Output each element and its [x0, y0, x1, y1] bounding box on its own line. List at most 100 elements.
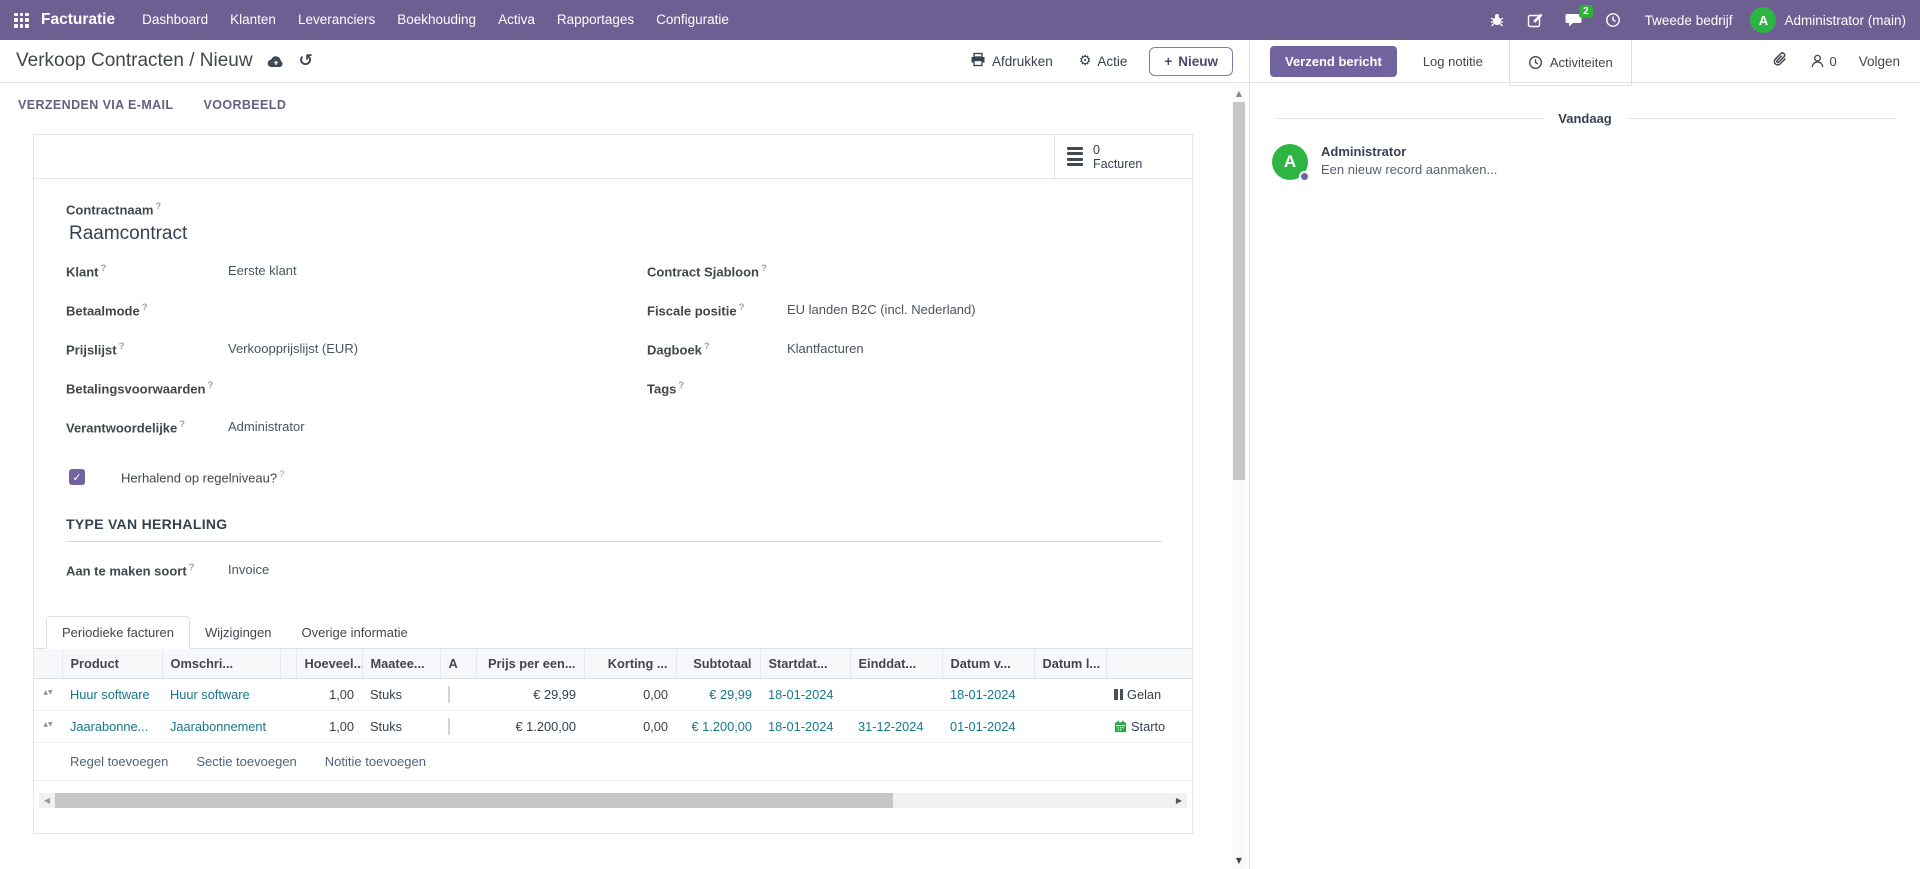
dagboek-field[interactable]: Klantfacturen	[787, 341, 1162, 356]
unsaved-cloud-icon[interactable]	[267, 54, 285, 69]
debug-bug-icon[interactable]	[1489, 12, 1505, 28]
col-omschrijving[interactable]: Omschri...	[162, 649, 280, 679]
drag-handle-icon[interactable]: ▲▼	[42, 687, 54, 695]
cell-next-date[interactable]: 18-01-2024	[942, 679, 1034, 711]
tab-wijzigingen[interactable]: Wijzigingen	[190, 617, 286, 648]
nav-item-dashboard[interactable]: Dashboard	[131, 0, 219, 40]
cell-last-date[interactable]	[1034, 711, 1106, 743]
messages-chat-icon[interactable]: 2	[1565, 12, 1583, 28]
col-analytisch[interactable]: A	[440, 649, 476, 679]
edit-message-icon[interactable]	[1527, 12, 1543, 28]
user-menu[interactable]: Administrator (main)	[1784, 13, 1906, 28]
cell-end-date[interactable]	[850, 679, 942, 711]
drag-handle-icon[interactable]: ▲▼	[42, 719, 54, 727]
col-hoeveelheid[interactable]: Hoeveel...	[296, 649, 362, 679]
col-prijs[interactable]: Prijs per een...	[476, 649, 584, 679]
col-datum-volgende[interactable]: Datum v...	[942, 649, 1034, 679]
cell-next-date[interactable]: 01-01-2024	[942, 711, 1034, 743]
add-line-link[interactable]: Regel toevoegen	[70, 754, 168, 769]
cell-description[interactable]: Jaarabonnement	[162, 711, 280, 743]
print-button[interactable]: Afdrukken	[970, 52, 1053, 70]
col-startdatum[interactable]: Startdat...	[760, 649, 850, 679]
help-marker: ?	[155, 201, 161, 212]
cell-product[interactable]: Jaarabonne...	[62, 711, 162, 743]
invoice-lines-table-wrap: Product Omschri... Hoeveel... Maatee... …	[34, 649, 1192, 781]
followers-button[interactable]: 0	[1810, 53, 1836, 69]
col-korting[interactable]: Korting ...	[584, 649, 676, 679]
cell-uom[interactable]: Stuks	[362, 679, 440, 711]
cell-discount[interactable]: 0,00	[584, 711, 676, 743]
activities-button[interactable]: Activiteiten	[1509, 40, 1632, 86]
cell-product[interactable]: Huur software	[62, 679, 162, 711]
col-einddatum[interactable]: Einddat...	[850, 649, 942, 679]
recurring-checkbox-label[interactable]: Herhalend op regelniveau??	[121, 469, 284, 485]
nav-item-activa[interactable]: Activa	[487, 0, 546, 40]
new-button[interactable]: + Nieuw	[1149, 47, 1233, 76]
cell-start-date[interactable]: 18-01-2024	[760, 679, 850, 711]
message-author[interactable]: Administrator	[1321, 144, 1497, 159]
invoices-stat-button[interactable]: 0 Facturen	[1054, 135, 1192, 178]
col-datum-laatste[interactable]: Datum l...	[1034, 649, 1106, 679]
cell-price[interactable]: € 1.200,00	[476, 711, 584, 743]
aan-te-maken-soort-field[interactable]: Invoice	[228, 562, 1162, 577]
chatter-message[interactable]: A Administrator Een nieuw record aanmake…	[1272, 144, 1898, 180]
cell-qty[interactable]: 1,00	[296, 711, 362, 743]
send-message-button[interactable]: Verzend bericht	[1270, 46, 1397, 77]
contract-name-input[interactable]: Raamcontract	[69, 223, 1162, 245]
apps-grid-icon[interactable]	[14, 13, 29, 28]
klant-field[interactable]: Eerste klant	[228, 263, 581, 278]
preview-button[interactable]: VOORBEELD	[203, 98, 286, 112]
list-icon	[1067, 147, 1083, 167]
user-avatar[interactable]: A	[1750, 7, 1776, 33]
fiscale-positie-field[interactable]: EU landen B2C (incl. Nederland)	[787, 302, 1162, 317]
cell-start-date[interactable]: 18-01-2024	[760, 711, 850, 743]
cell-discount[interactable]: 0,00	[584, 679, 676, 711]
add-note-link[interactable]: Notitie toevoegen	[325, 754, 426, 769]
send-via-email-button[interactable]: VERZENDEN VIA E-MAIL	[18, 98, 173, 112]
nav-item-boekhouding[interactable]: Boekhouding	[386, 0, 487, 40]
chatter-toolbar: Verzend bericht Log notitie Activiteiten…	[1250, 40, 1920, 83]
scroll-right-arrow[interactable]: ▶	[1171, 796, 1187, 805]
col-product[interactable]: Product	[62, 649, 162, 679]
scroll-left-arrow[interactable]: ◀	[39, 796, 55, 805]
cell-end-date[interactable]: 31-12-2024	[850, 711, 942, 743]
message-avatar[interactable]: A	[1272, 144, 1308, 180]
scroll-up-arrow[interactable]: ▲	[1236, 85, 1242, 102]
undo-icon[interactable]: ↺	[299, 51, 313, 71]
verantwoordelijke-field[interactable]: Administrator	[228, 419, 581, 434]
cell-uom[interactable]: Stuks	[362, 711, 440, 743]
nav-item-leveranciers[interactable]: Leveranciers	[287, 0, 386, 40]
nav-item-rapportages[interactable]: Rapportages	[546, 0, 645, 40]
tab-periodieke-facturen[interactable]: Periodieke facturen	[46, 616, 190, 649]
line-checkbox[interactable]	[448, 718, 450, 735]
horizontal-scrollbar-thumb[interactable]	[55, 793, 893, 808]
vertical-scrollbar[interactable]: ▲ ▼	[1232, 85, 1246, 869]
activities-clock-icon[interactable]	[1605, 12, 1621, 28]
recurring-checkbox[interactable]: ✓	[69, 469, 85, 485]
col-maateenheid[interactable]: Maatee...	[362, 649, 440, 679]
horizontal-scrollbar[interactable]: ◀ ▶	[39, 793, 1187, 808]
add-section-link[interactable]: Sectie toevoegen	[196, 754, 296, 769]
table-row[interactable]: ▲▼ Huur software Huur software 1,00 Stuk…	[34, 679, 1192, 711]
action-button[interactable]: ⚙ Actie	[1079, 53, 1128, 69]
table-row[interactable]: ▲▼ Jaarabonne... Jaarabonnement 1,00 Stu…	[34, 711, 1192, 743]
company-switcher[interactable]: Tweede bedrijf	[1645, 13, 1733, 28]
vertical-scrollbar-thumb[interactable]	[1233, 102, 1245, 480]
cell-qty[interactable]: 1,00	[296, 679, 362, 711]
nav-item-klanten[interactable]: Klanten	[219, 0, 287, 40]
col-subtotaal[interactable]: Subtotaal	[676, 649, 760, 679]
cell-status-badge[interactable]: Starto	[1106, 711, 1192, 743]
line-checkbox[interactable]	[448, 686, 450, 703]
cell-status-badge[interactable]: Gelan	[1106, 679, 1192, 711]
cell-price[interactable]: € 29,99	[476, 679, 584, 711]
cell-description[interactable]: Huur software	[162, 679, 280, 711]
scroll-down-arrow[interactable]: ▼	[1236, 852, 1242, 869]
attachment-paperclip-icon[interactable]	[1772, 51, 1788, 71]
tab-overige-informatie[interactable]: Overige informatie	[287, 617, 423, 648]
prijslijst-field[interactable]: Verkoopprijslijst (EUR)	[228, 341, 581, 356]
nav-item-configuratie[interactable]: Configuratie	[645, 0, 740, 40]
follow-button[interactable]: Volgen	[1859, 54, 1900, 69]
app-brand[interactable]: Facturatie	[41, 11, 115, 29]
cell-last-date[interactable]	[1034, 679, 1106, 711]
log-note-button[interactable]: Log notitie	[1423, 54, 1483, 69]
